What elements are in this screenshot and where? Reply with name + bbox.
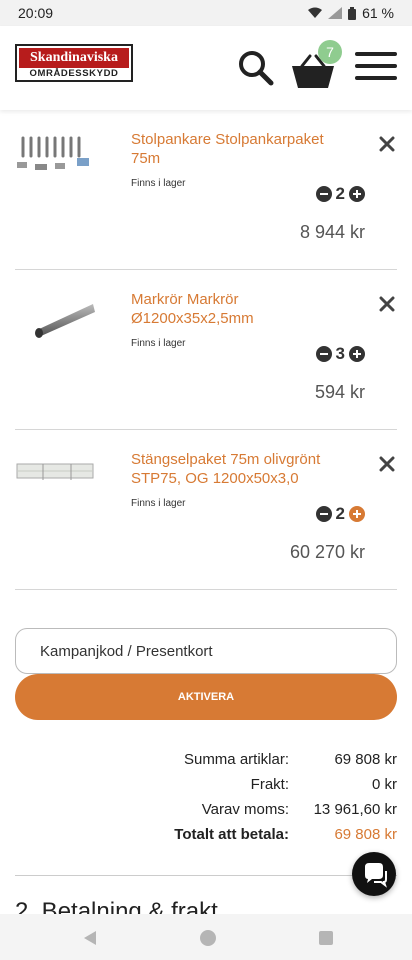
cart-button[interactable]: 7	[290, 40, 346, 90]
logo-top-text: Skandinaviska	[19, 48, 129, 68]
battery-icon	[348, 6, 357, 20]
cart-item: Stängselpaket 75m olivgrönt STP75, OG 12…	[15, 430, 397, 590]
product-image	[17, 136, 89, 170]
status-icons: 61 %	[308, 5, 394, 21]
stock-status: Finns i lager	[131, 178, 186, 189]
back-icon[interactable]	[83, 930, 97, 946]
summary-total-value: 69 808 kr	[334, 826, 397, 843]
summary-row: Frakt: 0 kr	[15, 773, 397, 798]
menu-bar	[355, 52, 397, 56]
site-header: Skandinaviska OMRÅDESSKYDD 7	[0, 26, 412, 110]
quantity-stepper: 2	[315, 184, 365, 204]
menu-bar	[355, 64, 397, 68]
quantity-stepper: 2	[315, 504, 365, 524]
signal-icon	[328, 7, 343, 19]
product-title[interactable]: Stängselpaket 75m olivgrönt STP75, OG 12…	[131, 450, 351, 488]
recent-apps-icon[interactable]	[319, 931, 333, 945]
quantity-stepper: 3	[315, 344, 365, 364]
summary-row: Summa artiklar: 69 808 kr	[15, 748, 397, 773]
stock-status: Finns i lager	[131, 498, 186, 509]
product-title[interactable]: Stolpankare Stolpankarpaket 75m	[131, 130, 351, 168]
product-image	[16, 463, 94, 480]
battery-percent: 61 %	[362, 5, 394, 21]
chat-icon	[365, 863, 387, 888]
item-price: 8 944 kr	[299, 222, 365, 242]
increase-quantity-button[interactable]	[349, 346, 365, 362]
summary-label: Summa artiklar:	[183, 751, 289, 768]
product-image	[35, 304, 95, 338]
quantity-value: 3	[335, 344, 345, 363]
status-time: 20:09	[18, 5, 54, 21]
menu-button[interactable]	[355, 52, 397, 84]
increase-quantity-button[interactable]	[349, 506, 365, 522]
home-icon[interactable]	[200, 930, 216, 946]
stock-status: Finns i lager	[131, 338, 186, 349]
cart-item: Stolpankare Stolpankarpaket 75m Finns i …	[15, 110, 397, 270]
summary-value: 0 kr	[371, 776, 397, 793]
coupon-code-input[interactable]	[15, 628, 397, 674]
summary-label: Totalt att betala:	[174, 826, 289, 843]
summary-label: Varav moms:	[201, 801, 289, 818]
cart-items: Stolpankare Stolpankarpaket 75m Finns i …	[15, 110, 397, 590]
activate-coupon-button[interactable]: AKTIVERA	[15, 674, 397, 720]
search-button[interactable]	[236, 48, 276, 88]
site-logo[interactable]: Skandinaviska OMRÅDESSKYDD	[15, 44, 133, 82]
remove-item-icon[interactable]	[379, 456, 395, 472]
cart-count-badge: 7	[318, 40, 342, 64]
summary-total-row: Totalt att betala: 69 808 kr	[15, 823, 397, 848]
remove-item-icon[interactable]	[379, 136, 395, 152]
section-divider	[15, 875, 397, 876]
decrease-quantity-button[interactable]	[315, 506, 332, 522]
wifi-icon	[308, 7, 323, 18]
decrease-quantity-button[interactable]	[315, 186, 332, 202]
chat-button[interactable]	[352, 852, 396, 896]
menu-bar	[355, 76, 397, 80]
increase-quantity-button[interactable]	[349, 186, 365, 202]
status-bar: 20:09 61 %	[0, 0, 412, 26]
product-title[interactable]: Markrör Markrör Ø1200x35x2,5mm	[131, 290, 351, 328]
summary-value: 13 961,60 kr	[313, 801, 397, 818]
system-nav-bar	[0, 914, 412, 960]
order-summary: Summa artiklar: 69 808 kr Frakt: 0 kr Va…	[15, 748, 397, 848]
quantity-value: 2	[335, 504, 345, 523]
remove-item-icon[interactable]	[379, 296, 395, 312]
cart-item: Markrör Markrör Ø1200x35x2,5mm Finns i l…	[15, 270, 397, 430]
search-icon	[239, 51, 274, 86]
summary-value: 69 808 kr	[334, 751, 397, 768]
quantity-value: 2	[335, 184, 345, 203]
item-price: 60 270 kr	[289, 542, 365, 562]
summary-label: Frakt:	[250, 776, 289, 793]
item-price: 594 kr	[314, 382, 365, 402]
decrease-quantity-button[interactable]	[315, 346, 332, 362]
summary-row: Varav moms: 13 961,60 kr	[15, 798, 397, 823]
logo-bottom-text: OMRÅDESSKYDD	[29, 68, 119, 79]
